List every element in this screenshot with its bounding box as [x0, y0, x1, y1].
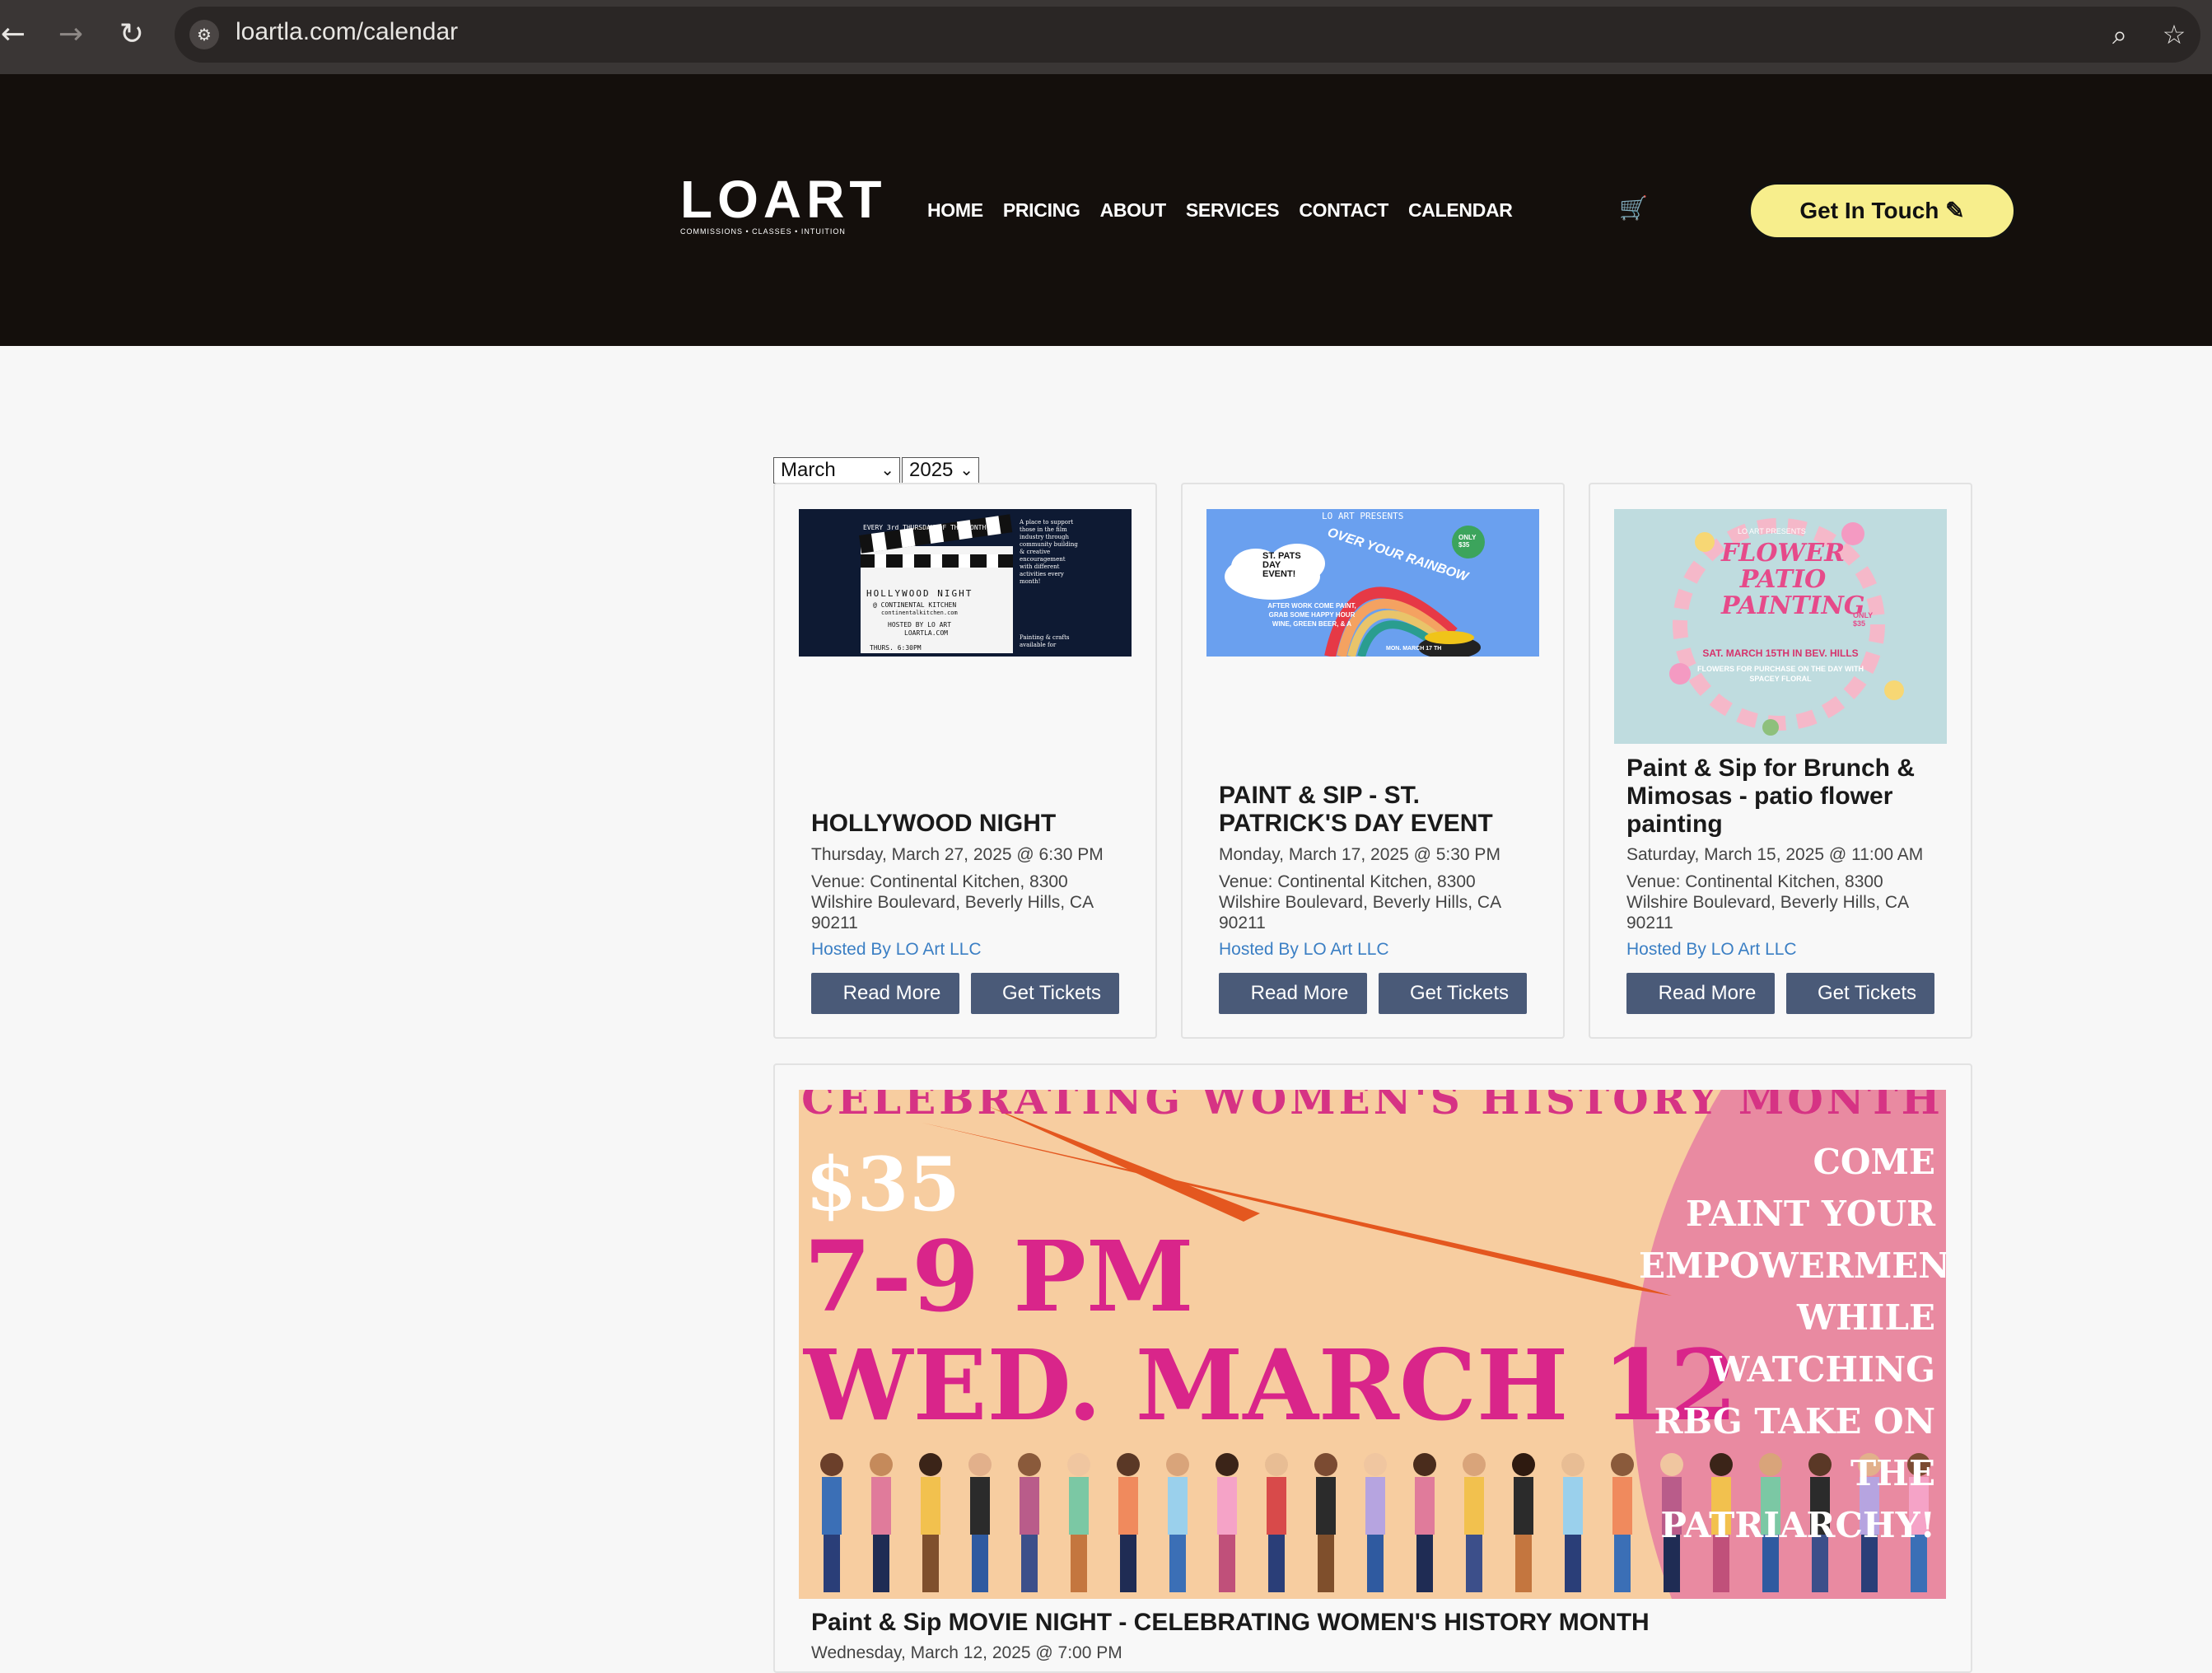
get-tickets-button[interactable]: Get Tickets	[1786, 973, 1934, 1014]
event-card: EVERY 3rd THURSDAY OF THE MONTH HOLLYWOO…	[773, 483, 1157, 1039]
image-text: LO ART PRESENTS	[1322, 511, 1404, 521]
get-tickets-button[interactable]: Get Tickets	[971, 973, 1119, 1014]
image-text-line: COME	[1813, 1142, 1935, 1182]
chevron-down-icon: ⌄	[959, 461, 973, 479]
event-date: Monday, March 17, 2025 @ 5:30 PM	[1219, 845, 1500, 864]
image-banner-text: CELEBRATING WOMEN'S HISTORY MONTH	[801, 1090, 1944, 1124]
event-image[interactable]: LO ART PRESENTS FLOWER PATIO PAINTING ON…	[1614, 509, 1947, 744]
image-text: continentalkitchen.com	[881, 610, 958, 616]
image-text: AFTER WORK COME PAINT, GRAB SOME HAPPY H…	[1267, 602, 1356, 628]
cart-icon[interactable]: 🛒	[1619, 194, 1648, 222]
year-select[interactable]: 2025 ⌄	[902, 457, 979, 484]
event-image[interactable]: LO ART PRESENTS OVER YOUR RAINBOW ST. PA…	[1206, 509, 1539, 657]
image-text-line: WHILE WATCHING	[1710, 1297, 1935, 1390]
event-title[interactable]: PAINT & SIP - ST. PATRICK'S DAY EVENT	[1219, 782, 1532, 838]
bookmark-star-icon[interactable]: ☆	[2156, 16, 2192, 53]
event-image[interactable]: EVERY 3rd THURSDAY OF THE MONTH HOLLYWOO…	[799, 509, 1132, 657]
event-image[interactable]: CELEBRATING WOMEN'S HISTORY MONTH $35 7-…	[799, 1090, 1946, 1599]
event-venue: Venue: Continental Kitchen, 8300 Wilshir…	[1219, 872, 1500, 932]
image-text: A place to support those in the film ind…	[1020, 519, 1078, 585]
image-text: LO ART PRESENTS	[1738, 527, 1806, 535]
logo-tagline: COMMISSIONS • CLASSES • INTUITION	[680, 227, 846, 236]
logo-wordmark: LOART	[680, 170, 887, 229]
image-text: @ CONTINENTAL KITCHEN	[873, 601, 957, 609]
event-host-link[interactable]: Hosted By LO Art LLC	[811, 940, 982, 960]
image-text: ONLY $35	[1458, 534, 1477, 549]
get-tickets-button[interactable]: Get Tickets	[1379, 973, 1527, 1014]
image-text: MON. MARCH 17 TH	[1386, 646, 1442, 652]
url-text[interactable]: loartla.com/calendar	[236, 18, 458, 46]
back-arrow-icon[interactable]: ←	[0, 15, 33, 54]
nav-pricing[interactable]: PRICING	[1003, 199, 1080, 222]
event-date: Saturday, March 15, 2025 @ 11:00 AM	[1626, 845, 1924, 864]
image-text: ST. PATS DAY EVENT!	[1262, 551, 1301, 579]
nav-calendar[interactable]: CALENDAR	[1408, 199, 1513, 222]
image-text: THURS. 6:30PM	[870, 644, 922, 652]
address-bar[interactable]: ⚙ loartla.com/calendar ⌕ ☆	[175, 7, 2200, 63]
image-text: SAT. MARCH 15TH IN BEV. HILLS	[1702, 647, 1859, 659]
event-date: Wednesday, March 12, 2025 @ 7:00 PM	[811, 1643, 1122, 1662]
event-card-featured: CELEBRATING WOMEN'S HISTORY MONTH $35 7-…	[773, 1063, 1972, 1673]
image-text: Painting & crafts available for	[1020, 634, 1070, 648]
event-title[interactable]: HOLLYWOOD NIGHT	[811, 810, 1056, 838]
nav-home[interactable]: HOME	[927, 199, 983, 222]
read-more-button[interactable]: Read More	[811, 973, 959, 1014]
image-text-line: THE PATRIARCHY!	[1660, 1453, 1935, 1545]
get-in-touch-button[interactable]: Get In Touch ✎	[1748, 182, 2016, 240]
image-text: FLOWER PATIO PAINTING	[1721, 539, 1865, 620]
read-more-button[interactable]: Read More	[1219, 973, 1367, 1014]
read-more-button[interactable]: Read More	[1626, 973, 1775, 1014]
image-day-text: WED. MARCH 12	[804, 1328, 1738, 1442]
browser-toolbar: ← → ↻ ⚙ loartla.com/calendar ⌕ ☆	[0, 0, 2212, 74]
event-host-link[interactable]: Hosted By LO Art LLC	[1219, 940, 1389, 960]
event-card: LO ART PRESENTS OVER YOUR RAINBOW ST. PA…	[1181, 483, 1565, 1039]
nav-contact[interactable]: CONTACT	[1299, 199, 1388, 222]
event-venue: Venue: Continental Kitchen, 8300 Wilshir…	[1626, 872, 1908, 932]
site-logo[interactable]: LOART COMMISSIONS • CLASSES • INTUITION	[680, 170, 887, 239]
zoom-icon[interactable]: ⌕	[2102, 16, 2138, 53]
nav-services[interactable]: SERVICES	[1186, 199, 1280, 222]
month-value: March	[781, 459, 836, 481]
event-title[interactable]: Paint & Sip for Brunch & Mimosas - patio…	[1626, 755, 1939, 839]
calendar-filters: March ⌄ 2025 ⌄	[773, 457, 979, 484]
image-text: HOLLYWOOD NIGHT	[866, 588, 973, 599]
month-select[interactable]: March ⌄	[773, 457, 900, 484]
event-host-link[interactable]: Hosted By LO Art LLC	[1626, 940, 1797, 960]
image-text-line: EMPOWERMENT	[1639, 1245, 1946, 1286]
year-value: 2025	[909, 459, 954, 481]
rainbow-graphic	[1225, 526, 1485, 657]
event-date: Thursday, March 27, 2025 @ 6:30 PM	[811, 845, 1104, 864]
image-text-line: RBG TAKE ON	[1654, 1401, 1935, 1442]
reload-icon[interactable]: ↻	[112, 15, 152, 54]
event-title[interactable]: Paint & Sip MOVIE NIGHT - CELEBRATING WO…	[811, 1609, 1650, 1637]
image-price-text: $35	[805, 1141, 960, 1228]
image-text: LOARTLA.COM	[904, 629, 948, 637]
event-card: LO ART PRESENTS FLOWER PATIO PAINTING ON…	[1589, 483, 1972, 1039]
nav-about[interactable]: ABOUT	[1100, 199, 1167, 222]
image-right-text: COME PAINT YOUR EMPOWERMENT WHILE WATCHI…	[1639, 1136, 1946, 1551]
image-text: ONLY $35	[1853, 611, 1874, 628]
image-time-text: 7-9 PM	[804, 1219, 1194, 1334]
image-text-line: PAINT YOUR	[1685, 1194, 1935, 1234]
event-venue: Venue: Continental Kitchen, 8300 Wilshir…	[811, 872, 1093, 932]
main-nav: HOME PRICING ABOUT SERVICES CONTACT CALE…	[927, 199, 1513, 222]
image-text: FLOWERS FOR PURCHASE ON THE DAY WITH SPA…	[1696, 665, 1864, 683]
image-text: EVERY 3rd THURSDAY OF THE MONTH	[863, 524, 987, 531]
forward-arrow-icon[interactable]: →	[51, 15, 91, 54]
chevron-down-icon: ⌄	[880, 461, 894, 479]
site-header: LOART COMMISSIONS • CLASSES • INTUITION …	[0, 74, 2212, 346]
site-settings-icon[interactable]: ⚙	[189, 20, 219, 49]
image-text: HOSTED BY LO ART	[888, 621, 952, 629]
